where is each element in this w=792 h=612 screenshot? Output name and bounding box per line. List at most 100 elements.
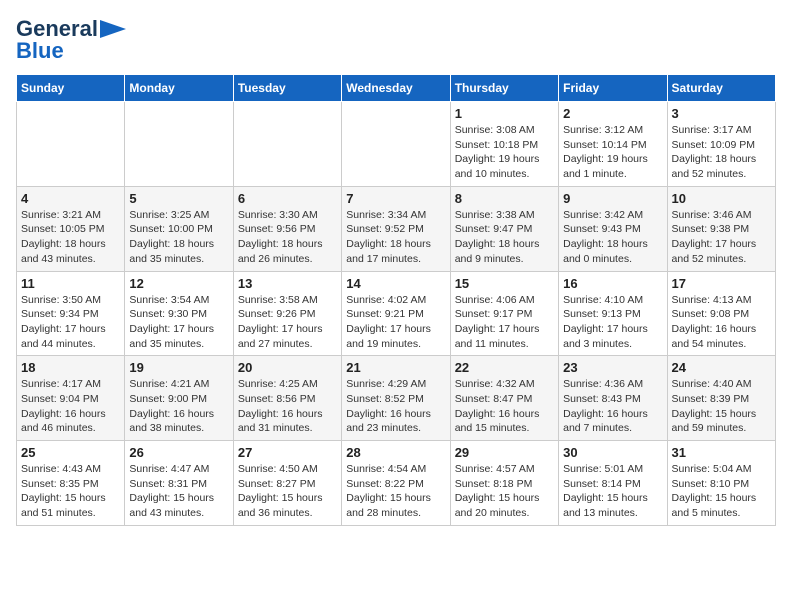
- day-number: 9: [563, 191, 662, 206]
- day-number: 31: [672, 445, 771, 460]
- calendar-week-row: 18 Sunrise: 4:17 AM Sunset: 9:04 PM Dayli…: [17, 356, 776, 441]
- day-info: Sunrise: 3:21 AM Sunset: 10:05 PM Daylig…: [21, 208, 120, 267]
- calendar-cell: [17, 102, 125, 187]
- calendar-cell: 11 Sunrise: 3:50 AM Sunset: 9:34 PM Dayli…: [17, 271, 125, 356]
- day-info: Sunrise: 4:17 AM Sunset: 9:04 PM Dayligh…: [21, 377, 120, 436]
- weekday-header-saturday: Saturday: [667, 75, 775, 102]
- day-number: 3: [672, 106, 771, 121]
- calendar-table: SundayMondayTuesdayWednesdayThursdayFrid…: [16, 74, 776, 526]
- day-number: 23: [563, 360, 662, 375]
- day-number: 2: [563, 106, 662, 121]
- day-number: 26: [129, 445, 228, 460]
- calendar-cell: 5 Sunrise: 3:25 AM Sunset: 10:00 PM Dayli…: [125, 186, 233, 271]
- day-number: 11: [21, 276, 120, 291]
- calendar-cell: 31 Sunrise: 5:04 AM Sunset: 8:10 PM Dayli…: [667, 441, 775, 526]
- day-info: Sunrise: 5:04 AM Sunset: 8:10 PM Dayligh…: [672, 462, 771, 521]
- day-info: Sunrise: 3:30 AM Sunset: 9:56 PM Dayligh…: [238, 208, 337, 267]
- day-info: Sunrise: 4:54 AM Sunset: 8:22 PM Dayligh…: [346, 462, 445, 521]
- logo-blue: Blue: [16, 38, 64, 64]
- calendar-cell: 10Sunrise: 3:46 AM Sunset: 9:38 PM Dayli…: [667, 186, 775, 271]
- calendar-cell: 15 Sunrise: 4:06 AM Sunset: 9:17 PM Dayli…: [450, 271, 558, 356]
- day-number: 13: [238, 276, 337, 291]
- weekday-header-thursday: Thursday: [450, 75, 558, 102]
- page-header: General Blue: [16, 16, 776, 64]
- day-info: Sunrise: 4:47 AM Sunset: 8:31 PM Dayligh…: [129, 462, 228, 521]
- weekday-header-friday: Friday: [559, 75, 667, 102]
- day-number: 6: [238, 191, 337, 206]
- day-info: Sunrise: 3:38 AM Sunset: 9:47 PM Dayligh…: [455, 208, 554, 267]
- logo: General Blue: [16, 16, 126, 64]
- day-number: 8: [455, 191, 554, 206]
- calendar-cell: [233, 102, 341, 187]
- day-number: 27: [238, 445, 337, 460]
- day-number: 5: [129, 191, 228, 206]
- day-info: Sunrise: 4:21 AM Sunset: 9:00 PM Dayligh…: [129, 377, 228, 436]
- calendar-header-row: SundayMondayTuesdayWednesdayThursdayFrid…: [17, 75, 776, 102]
- calendar-cell: 12Sunrise: 3:54 AM Sunset: 9:30 PM Dayli…: [125, 271, 233, 356]
- calendar-cell: 14 Sunrise: 4:02 AM Sunset: 9:21 PM Dayli…: [342, 271, 450, 356]
- day-info: Sunrise: 3:46 AM Sunset: 9:38 PM Dayligh…: [672, 208, 771, 267]
- day-info: Sunrise: 4:10 AM Sunset: 9:13 PM Dayligh…: [563, 293, 662, 352]
- calendar-cell: 18 Sunrise: 4:17 AM Sunset: 9:04 PM Dayli…: [17, 356, 125, 441]
- calendar-cell: 17 Sunrise: 4:13 AM Sunset: 9:08 PM Dayli…: [667, 271, 775, 356]
- calendar-cell: 21 Sunrise: 4:29 AM Sunset: 8:52 PM Dayli…: [342, 356, 450, 441]
- day-info: Sunrise: 3:50 AM Sunset: 9:34 PM Dayligh…: [21, 293, 120, 352]
- day-info: Sunrise: 3:25 AM Sunset: 10:00 PM Daylig…: [129, 208, 228, 267]
- calendar-cell: 27Sunrise: 4:50 AM Sunset: 8:27 PM Dayli…: [233, 441, 341, 526]
- weekday-header-wednesday: Wednesday: [342, 75, 450, 102]
- day-info: Sunrise: 4:57 AM Sunset: 8:18 PM Dayligh…: [455, 462, 554, 521]
- calendar-cell: 4 Sunrise: 3:21 AM Sunset: 10:05 PM Dayli…: [17, 186, 125, 271]
- day-number: 20: [238, 360, 337, 375]
- calendar-cell: 19 Sunrise: 4:21 AM Sunset: 9:00 PM Dayli…: [125, 356, 233, 441]
- weekday-header-monday: Monday: [125, 75, 233, 102]
- day-number: 1: [455, 106, 554, 121]
- day-info: Sunrise: 4:02 AM Sunset: 9:21 PM Dayligh…: [346, 293, 445, 352]
- day-number: 30: [563, 445, 662, 460]
- calendar-cell: 26 Sunrise: 4:47 AM Sunset: 8:31 PM Dayli…: [125, 441, 233, 526]
- day-number: 28: [346, 445, 445, 460]
- day-number: 22: [455, 360, 554, 375]
- calendar-cell: 8 Sunrise: 3:38 AM Sunset: 9:47 PM Daylig…: [450, 186, 558, 271]
- day-number: 7: [346, 191, 445, 206]
- calendar-cell: 22Sunrise: 4:32 AM Sunset: 8:47 PM Dayli…: [450, 356, 558, 441]
- calendar-cell: 28 Sunrise: 4:54 AM Sunset: 8:22 PM Dayli…: [342, 441, 450, 526]
- calendar-cell: 7 Sunrise: 3:34 AM Sunset: 9:52 PM Daylig…: [342, 186, 450, 271]
- day-info: Sunrise: 4:40 AM Sunset: 8:39 PM Dayligh…: [672, 377, 771, 436]
- day-info: Sunrise: 4:43 AM Sunset: 8:35 PM Dayligh…: [21, 462, 120, 521]
- day-number: 21: [346, 360, 445, 375]
- day-info: Sunrise: 3:58 AM Sunset: 9:26 PM Dayligh…: [238, 293, 337, 352]
- day-number: 4: [21, 191, 120, 206]
- calendar-cell: 29 Sunrise: 4:57 AM Sunset: 8:18 PM Dayli…: [450, 441, 558, 526]
- day-number: 29: [455, 445, 554, 460]
- day-info: Sunrise: 5:01 AM Sunset: 8:14 PM Dayligh…: [563, 462, 662, 521]
- calendar-cell: 3Sunrise: 3:17 AM Sunset: 10:09 PM Dayli…: [667, 102, 775, 187]
- day-info: Sunrise: 3:08 AM Sunset: 10:18 PM Daylig…: [455, 123, 554, 182]
- day-number: 17: [672, 276, 771, 291]
- day-number: 14: [346, 276, 445, 291]
- day-info: Sunrise: 4:13 AM Sunset: 9:08 PM Dayligh…: [672, 293, 771, 352]
- calendar-cell: 9Sunrise: 3:42 AM Sunset: 9:43 PM Daylig…: [559, 186, 667, 271]
- day-number: 25: [21, 445, 120, 460]
- day-info: Sunrise: 4:06 AM Sunset: 9:17 PM Dayligh…: [455, 293, 554, 352]
- day-number: 19: [129, 360, 228, 375]
- calendar-cell: 2 Sunrise: 3:12 AM Sunset: 10:14 PM Dayli…: [559, 102, 667, 187]
- day-number: 24: [672, 360, 771, 375]
- calendar-cell: 30 Sunrise: 5:01 AM Sunset: 8:14 PM Dayli…: [559, 441, 667, 526]
- calendar-cell: 23Sunrise: 4:36 AM Sunset: 8:43 PM Dayli…: [559, 356, 667, 441]
- calendar-cell: 1 Sunrise: 3:08 AM Sunset: 10:18 PM Dayli…: [450, 102, 558, 187]
- calendar-week-row: 1 Sunrise: 3:08 AM Sunset: 10:18 PM Dayli…: [17, 102, 776, 187]
- weekday-header-tuesday: Tuesday: [233, 75, 341, 102]
- day-number: 18: [21, 360, 120, 375]
- day-info: Sunrise: 4:29 AM Sunset: 8:52 PM Dayligh…: [346, 377, 445, 436]
- calendar-week-row: 11 Sunrise: 3:50 AM Sunset: 9:34 PM Dayli…: [17, 271, 776, 356]
- day-number: 16: [563, 276, 662, 291]
- day-info: Sunrise: 3:34 AM Sunset: 9:52 PM Dayligh…: [346, 208, 445, 267]
- day-number: 15: [455, 276, 554, 291]
- weekday-header-sunday: Sunday: [17, 75, 125, 102]
- calendar-cell: 24 Sunrise: 4:40 AM Sunset: 8:39 PM Dayli…: [667, 356, 775, 441]
- day-info: Sunrise: 4:25 AM Sunset: 8:56 PM Dayligh…: [238, 377, 337, 436]
- calendar-cell: 20 Sunrise: 4:25 AM Sunset: 8:56 PM Dayli…: [233, 356, 341, 441]
- calendar-cell: 13 Sunrise: 3:58 AM Sunset: 9:26 PM Dayli…: [233, 271, 341, 356]
- logo-arrow-icon: [100, 20, 126, 38]
- day-info: Sunrise: 3:12 AM Sunset: 10:14 PM Daylig…: [563, 123, 662, 182]
